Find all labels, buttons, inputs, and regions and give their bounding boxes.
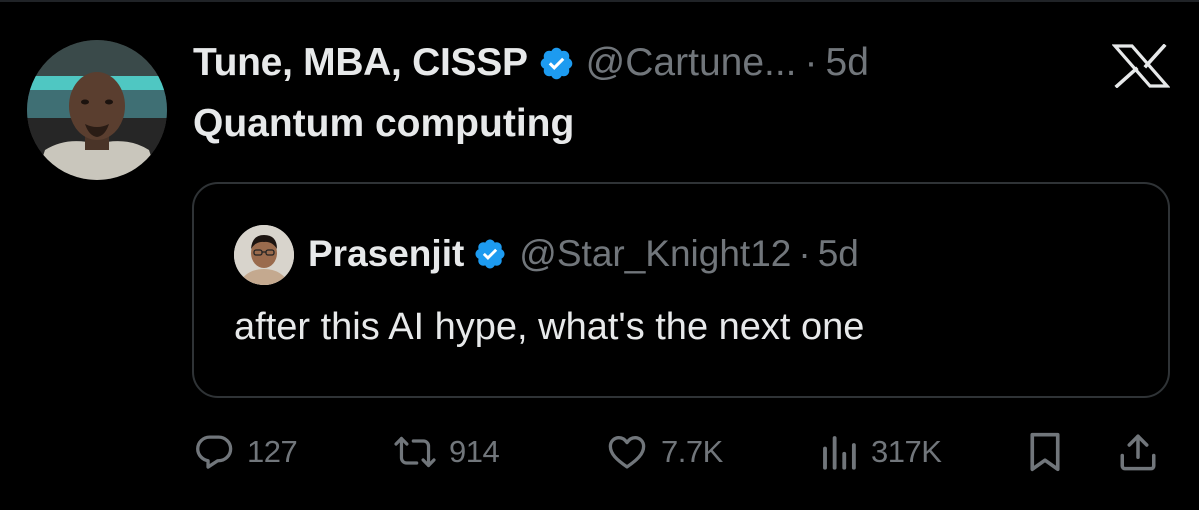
like-count: 7.7K [661,434,723,469]
share-button[interactable] [1117,424,1159,480]
share-icon [1117,430,1159,474]
like-button[interactable]: 7.7K [605,424,723,480]
separator-dot: · [798,233,811,274]
tweet-text: Quantum computing [193,102,575,145]
quoted-tweet-card[interactable]: Prasenjit @Star_Knight12 · 5d after this… [192,182,1170,398]
repost-count: 914 [449,434,500,469]
top-divider [0,0,1199,2]
verified-badge-icon [473,237,507,271]
x-logo-icon [1111,43,1171,89]
repost-button[interactable]: 914 [393,424,500,480]
quoted-tweet-header: Prasenjit @Star_Knight12 · 5d [308,229,859,279]
quoted-tweet-text: after this AI hype, what's the next one [234,306,865,348]
views-icon [819,431,859,473]
views-button[interactable]: 317K [819,424,942,480]
reply-button[interactable]: 127 [193,424,298,480]
author-handle[interactable]: @Cartune... [586,41,797,85]
reply-icon [193,431,235,473]
tweet-header: Tune, MBA, CISSP @Cartune... · 5d [193,38,869,88]
quoted-author-display-name[interactable]: Prasenjit [308,233,464,275]
quoted-author-avatar[interactable] [234,225,294,285]
quoted-tweet-timestamp[interactable]: 5d [818,233,859,275]
repost-icon [393,431,437,473]
heart-icon [605,431,649,473]
author-avatar[interactable] [27,40,167,180]
tweet-timestamp[interactable]: 5d [826,41,869,85]
verified-badge-icon [538,45,575,82]
separator-dot: · [804,41,818,84]
bookmark-button[interactable] [1025,424,1065,480]
bookmark-icon [1025,430,1065,474]
action-bar: 127 914 7.7K 317K [193,424,1173,480]
reply-count: 127 [247,434,298,469]
views-count: 317K [871,434,942,469]
author-display-name[interactable]: Tune, MBA, CISSP [193,41,528,85]
quoted-author-handle[interactable]: @Star_Knight12 [519,233,791,275]
